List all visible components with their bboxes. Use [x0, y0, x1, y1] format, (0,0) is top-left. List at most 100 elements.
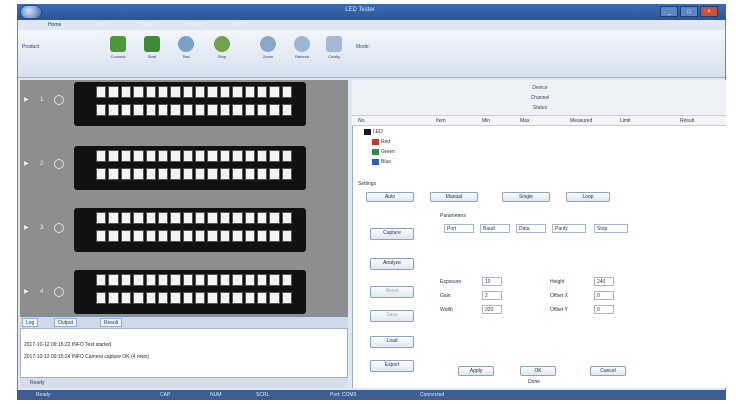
tab-help[interactable]: Help [232, 20, 242, 30]
log-line: 2017-10-12 09:15:22 INFO Test started [24, 342, 111, 348]
width-input[interactable]: 320 [482, 305, 502, 314]
zoom-icon [260, 36, 276, 52]
capture-button[interactable]: Capture [370, 228, 414, 240]
connect-button[interactable]: Connect [102, 34, 134, 74]
ribbon-product-label: Product [22, 44, 40, 50]
analyze-button[interactable]: Analyze [370, 258, 414, 270]
column-header[interactable]: No. [358, 117, 366, 125]
row-number: 3 [40, 225, 44, 231]
led-strip-image [74, 82, 306, 126]
option-single-button[interactable]: Single [502, 192, 550, 202]
start-button[interactable]: Start [136, 34, 168, 74]
row-number: 4 [40, 289, 44, 295]
square-icon [144, 36, 160, 52]
column-header[interactable]: Result [680, 117, 694, 125]
param-label: Width [440, 307, 453, 313]
ok-button[interactable]: OK [520, 366, 556, 376]
offset-y-input[interactable]: 0 [594, 305, 614, 314]
circle-icon [214, 36, 230, 52]
tree-item[interactable]: Green [372, 148, 395, 156]
tree-item[interactable]: LED [364, 128, 383, 136]
tab-setup[interactable]: Setup [140, 20, 153, 30]
param-label: Exposure [440, 279, 462, 285]
column-header[interactable]: Min [482, 117, 490, 125]
cancel-button[interactable]: Cancel [590, 366, 626, 376]
log-line: 2017-10-12 09:15:24 INFO Camera capture … [24, 354, 150, 360]
header-line: Device [532, 85, 548, 91]
node-icon [372, 148, 379, 155]
pin-row [96, 104, 292, 116]
status-text: Ready [36, 392, 51, 398]
led-strip-image [74, 270, 306, 314]
parity-select[interactable]: Parity [552, 224, 586, 233]
export-button[interactable]: Export [370, 360, 414, 372]
node-icon [372, 158, 379, 165]
panel-footer-label: Done [528, 379, 540, 385]
table-header [352, 116, 726, 126]
pin-row [96, 168, 292, 180]
option-loop-button[interactable]: Loop [566, 192, 610, 202]
param-label: Offset Y [550, 307, 568, 313]
option-manual-button[interactable]: Manual [430, 192, 478, 202]
row-marker: ▶ [24, 289, 29, 295]
port-status: Port: COM3 [330, 392, 357, 398]
tab-window[interactable]: Window [186, 20, 204, 30]
column-header[interactable]: Measured [570, 117, 592, 125]
pin-row [96, 212, 292, 224]
column-header[interactable]: Limit [620, 117, 631, 125]
tab-view[interactable]: View [96, 20, 107, 30]
pin-row [96, 274, 292, 286]
reset-button[interactable]: Reset [370, 286, 414, 298]
load-button[interactable]: Load [370, 336, 414, 348]
param-label: Offset X [550, 293, 568, 299]
gain-input[interactable]: 2 [482, 291, 502, 300]
minimize-button[interactable]: _ [660, 6, 678, 17]
row-number: 1 [40, 97, 44, 103]
stop-button[interactable]: Stop [206, 34, 238, 74]
tab-output[interactable]: Output [54, 318, 78, 327]
node-icon [372, 138, 379, 145]
param-label: Height [550, 279, 565, 285]
height-input[interactable]: 240 [594, 277, 614, 286]
save-button[interactable]: Save [370, 310, 414, 322]
refresh-icon [294, 36, 310, 52]
header-line: Channel [530, 95, 550, 101]
column-header[interactable]: Max [520, 117, 529, 125]
data-select[interactable]: Data [516, 224, 546, 233]
row-status-icon [54, 159, 64, 169]
header-line: Status [532, 105, 548, 111]
close-button[interactable]: × [700, 6, 718, 17]
maximize-button[interactable]: □ [680, 6, 698, 17]
option-auto-button[interactable]: Auto [366, 192, 414, 202]
tree-item[interactable]: Red [372, 138, 390, 146]
column-header[interactable]: Item [436, 117, 446, 125]
params-title: Parameters [440, 213, 466, 219]
offset-x-input[interactable]: 0 [594, 291, 614, 300]
pin-row [96, 292, 292, 304]
scroll-indicator: SCRL [256, 392, 270, 398]
tab-result[interactable]: Result [100, 318, 123, 327]
row-status-icon [54, 223, 64, 233]
config-button[interactable]: Config [318, 34, 350, 74]
mode-label: Mode: [356, 44, 370, 50]
app-menu-button[interactable] [20, 5, 42, 19]
stop-select[interactable]: Stop [594, 224, 628, 233]
tab-log[interactable]: Log [22, 318, 39, 327]
test-button[interactable]: Test [170, 34, 202, 74]
zoom-button[interactable]: Zoom [252, 34, 284, 74]
param-label: Gain [440, 293, 451, 299]
refresh-button[interactable]: Refresh [286, 34, 318, 74]
row-marker: ▶ [24, 97, 29, 103]
pin-row [96, 150, 292, 162]
node-icon [364, 128, 371, 135]
apply-button[interactable]: Apply [458, 366, 494, 376]
tree-item[interactable]: Blue [372, 158, 391, 166]
row-marker: ▶ [24, 225, 29, 231]
section-title: Settings [358, 181, 377, 187]
exposure-input[interactable]: 10 [482, 277, 502, 286]
tab-home[interactable]: Home [46, 20, 64, 30]
row-number: 2 [40, 161, 44, 167]
port-select[interactable]: Port [444, 224, 474, 233]
baud-select[interactable]: Baud [480, 224, 510, 233]
gear-icon [326, 36, 342, 52]
